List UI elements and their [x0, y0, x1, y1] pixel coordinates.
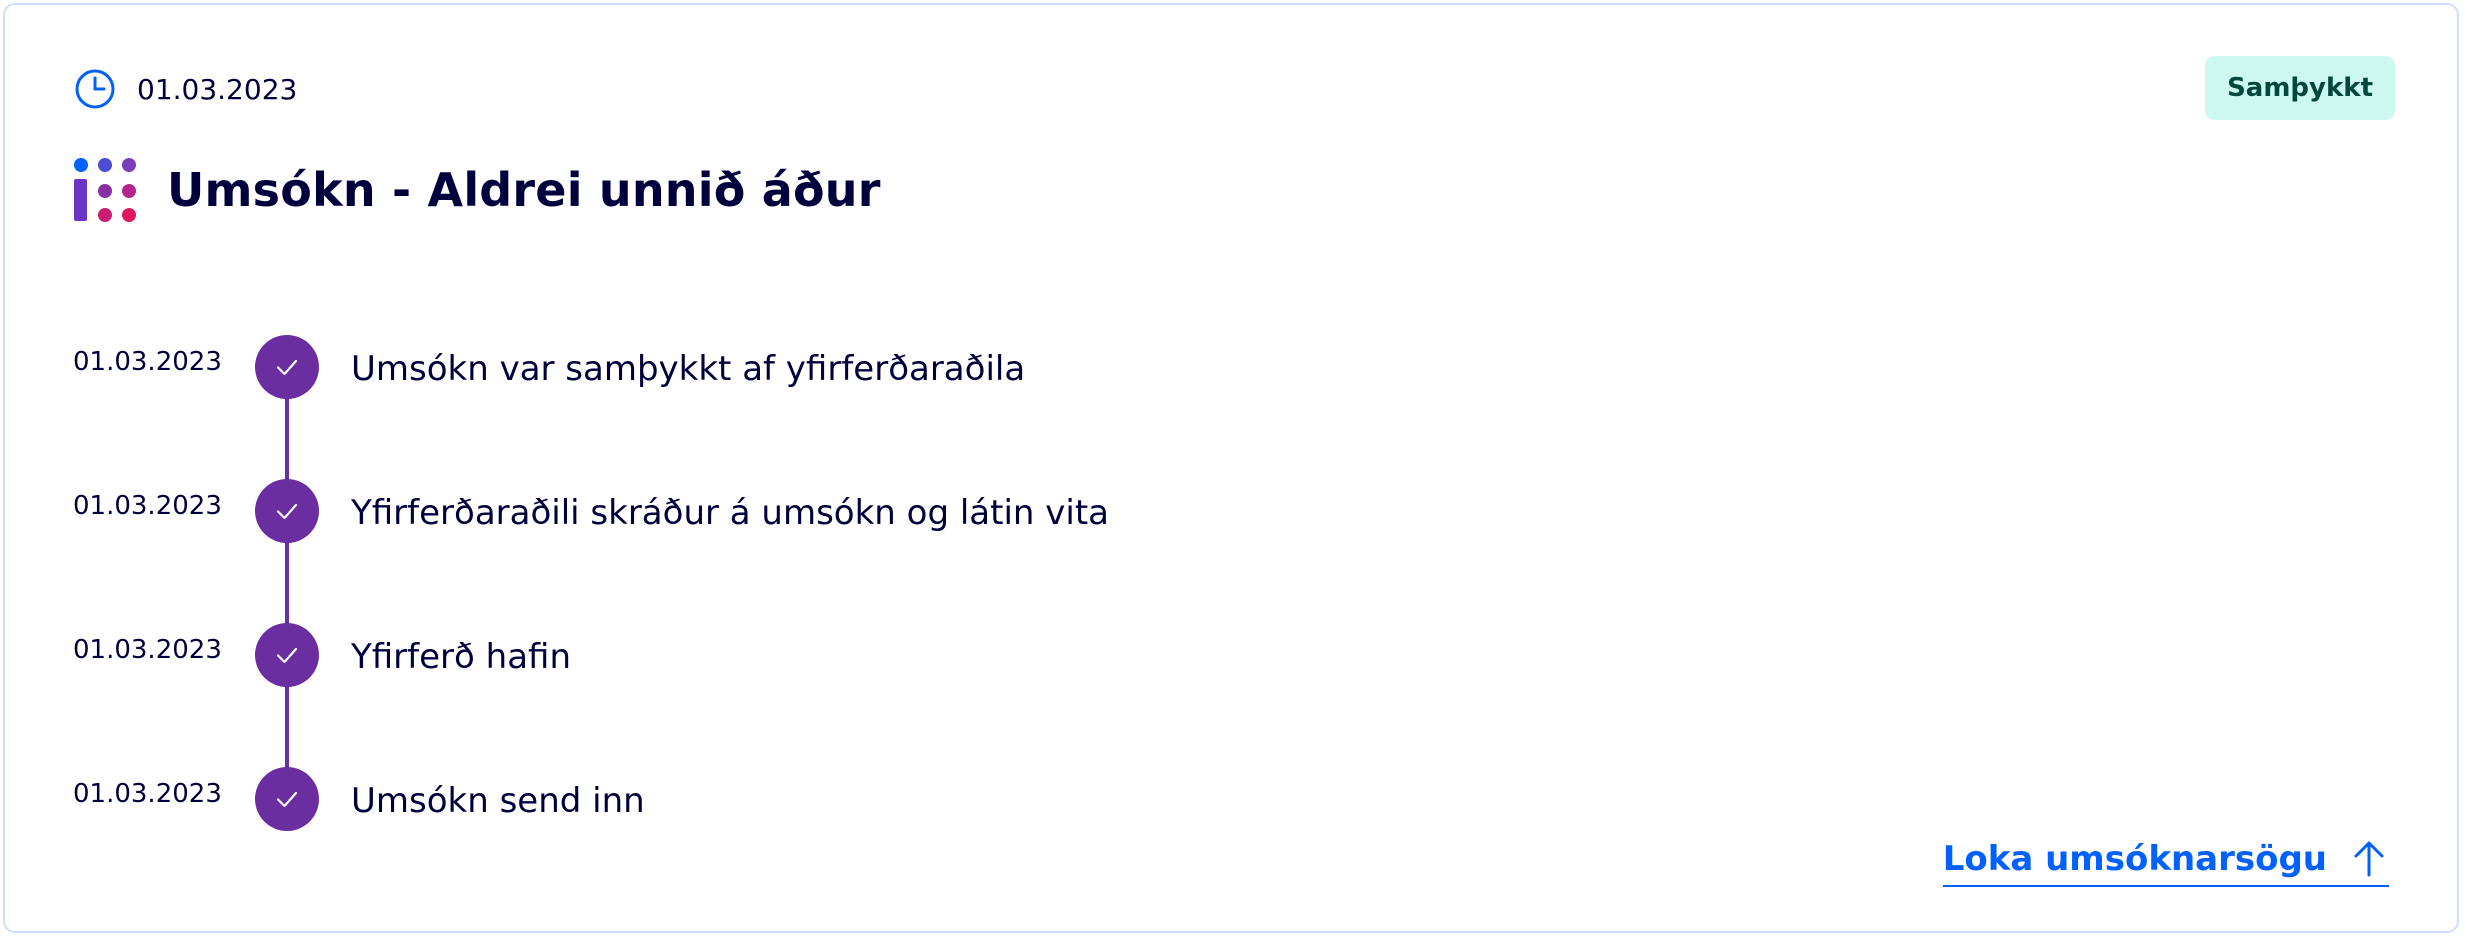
check-icon [276, 503, 298, 520]
timeline-item-date: 01.03.2023 [73, 347, 222, 377]
check-icon [276, 359, 298, 376]
timeline-item-date: 01.03.2023 [73, 779, 222, 809]
timeline-item-date: 01.03.2023 [73, 635, 222, 665]
timeline-step-marker [255, 623, 319, 687]
timeline-connector-line [285, 369, 289, 801]
timeline-item-text: Umsókn send inn [351, 781, 645, 821]
timeline-item: 01.03.2023 Yfirferðaraðili skráður á ums… [73, 479, 1473, 545]
application-date: 01.03.2023 [137, 72, 298, 106]
application-card: 01.03.2023 Samþykkt Umsókn - Aldrei unni… [3, 3, 2459, 933]
check-icon [276, 791, 298, 808]
timeline-step-marker [255, 335, 319, 399]
timeline-item: 01.03.2023 Yfirferð hafin [73, 623, 1473, 689]
check-icon [276, 647, 298, 664]
timeline-item-text: Yfirferðaraðili skráður á umsókn og láti… [351, 493, 1109, 533]
timeline-item: 01.03.2023 Umsókn var samþykkt af yfirfe… [73, 335, 1473, 401]
timeline-step-marker [255, 479, 319, 543]
page-title: Umsókn - Aldrei unnið áður [167, 163, 881, 217]
clock-icon [75, 69, 115, 109]
arrow-up-icon [2354, 841, 2384, 877]
status-badge: Samþykkt [2205, 56, 2395, 120]
island-logo-icon [74, 158, 136, 222]
timeline-step-marker [255, 767, 319, 831]
application-date-row: 01.03.2023 [73, 67, 297, 111]
timeline-item-date: 01.03.2023 [73, 491, 222, 521]
close-history-label: Loka umsóknarsögu [1942, 839, 2327, 879]
timeline-item-text: Yfirferð hafin [351, 637, 571, 677]
title-row: Umsókn - Aldrei unnið áður [73, 155, 881, 225]
timeline-item: 01.03.2023 Umsókn send inn [73, 767, 1473, 833]
timeline-item-text: Umsókn var samþykkt af yfirferðaraðila [351, 349, 1026, 389]
close-history-button[interactable]: Loka umsóknarsögu [1942, 839, 2389, 887]
